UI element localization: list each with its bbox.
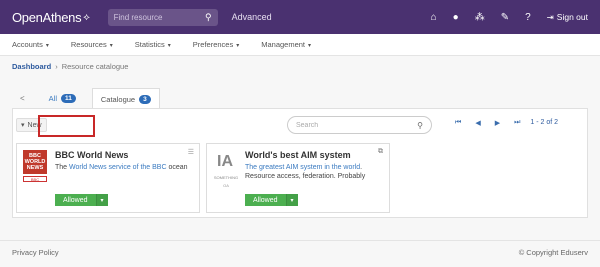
pager-count: 1 - 2 of 2 bbox=[530, 119, 559, 126]
breadcrumb-current: Resource catalogue bbox=[61, 61, 129, 71]
chevron-down-icon[interactable]: ▾ bbox=[95, 194, 108, 206]
count-badge: 3 bbox=[139, 94, 151, 104]
user-icon[interactable]: ● bbox=[453, 12, 459, 23]
highlight-box bbox=[38, 115, 95, 137]
access-button[interactable]: Allowed bbox=[245, 194, 286, 206]
last-page-icon[interactable]: ⏭ bbox=[514, 119, 520, 127]
menu-accounts[interactable]: Accounts ▾ bbox=[12, 40, 49, 49]
help-icon[interactable]: ? bbox=[525, 12, 531, 23]
menu-management[interactable]: Management ▾ bbox=[261, 40, 311, 49]
copyright: © Copyright Eduserv bbox=[518, 248, 588, 257]
desc-link[interactable]: The greatest AIM system in the world bbox=[245, 164, 360, 171]
first-page-icon[interactable]: ⏮ bbox=[455, 119, 461, 127]
card-title[interactable]: BBC World News bbox=[55, 150, 193, 160]
external-link-icon[interactable]: ⧉ bbox=[378, 148, 383, 156]
aim-logo: IA bbox=[217, 153, 233, 170]
catalogue-search[interactable]: ⚲ bbox=[287, 116, 432, 134]
tab-label: Catalogue bbox=[100, 94, 136, 104]
menu-label: Accounts bbox=[12, 40, 43, 49]
resource-thumbnail: IA SOMETHING OA bbox=[213, 150, 239, 206]
advanced-search-link[interactable]: Advanced bbox=[232, 12, 272, 22]
tab-label: All bbox=[48, 94, 58, 103]
card-description: The World News service of the BBC ocean bbox=[55, 163, 193, 172]
catalogue-panel: ▾ New ⚲ ⏮ ◀ ▶ ⏭ 1 - 2 of 2 BBC WORLD NEW… bbox=[12, 108, 588, 218]
footer: Privacy Policy © Copyright Eduserv bbox=[12, 248, 588, 257]
breadcrumb-separator: › bbox=[55, 61, 58, 71]
access-action: Allowed ▾ bbox=[55, 194, 108, 206]
next-page-icon[interactable]: ▶ bbox=[495, 119, 500, 127]
menu-label: Management bbox=[261, 40, 306, 49]
resource-thumbnail: BBC WORLD NEWS BBC bbox=[23, 150, 49, 206]
users-icon[interactable]: ⁂ bbox=[475, 12, 485, 23]
access-button[interactable]: Allowed bbox=[55, 194, 96, 206]
tab-all[interactable]: All 11 bbox=[41, 88, 84, 109]
privacy-link[interactable]: Privacy Policy bbox=[12, 248, 59, 257]
chevron-down-icon: ▾ bbox=[109, 43, 113, 49]
resource-card[interactable]: IA SOMETHING OA World's best AIM system … bbox=[206, 143, 390, 213]
aim-logo-caption: SOMETHING bbox=[213, 175, 239, 180]
card-title[interactable]: World's best AIM system bbox=[245, 150, 383, 160]
filter-icon: ▾ bbox=[21, 122, 25, 129]
desc-link[interactable]: World News service of the BBC bbox=[69, 164, 167, 171]
menu-statistics[interactable]: Statistics ▾ bbox=[135, 40, 171, 49]
logo-text: OpenAthens bbox=[12, 9, 82, 25]
main-menu: Accounts ▾ Resources ▾ Statistics ▾ Prefere… bbox=[0, 34, 600, 56]
search-icon[interactable]: ⚲ bbox=[417, 121, 423, 130]
footer-divider bbox=[0, 240, 600, 241]
logo-mark-icon: ⟡ bbox=[83, 11, 90, 23]
pager: ⏮ ◀ ▶ ⏭ 1 - 2 of 2 bbox=[455, 119, 558, 127]
resource-search-input[interactable] bbox=[113, 12, 194, 22]
count-badge: 11 bbox=[61, 94, 76, 103]
menu-label: Preferences bbox=[192, 40, 234, 49]
chevron-down-icon: ▾ bbox=[236, 43, 240, 49]
signout-label: Sign out bbox=[556, 12, 588, 22]
tab-catalogue[interactable]: Catalogue 3 bbox=[91, 88, 160, 109]
signout-icon: ⇥ bbox=[546, 11, 554, 22]
resource-search[interactable]: ⚲ bbox=[107, 8, 218, 26]
aim-logo-caption: OA bbox=[223, 183, 229, 188]
menu-label: Resources bbox=[70, 40, 107, 49]
chevron-down-icon: ▾ bbox=[308, 43, 312, 49]
breadcrumb-home[interactable]: Dashboard bbox=[12, 62, 51, 71]
home-icon[interactable]: ⌂ bbox=[431, 12, 437, 23]
signout-button[interactable]: ⇥ Sign out bbox=[547, 12, 588, 23]
menu-label: Statistics bbox=[134, 40, 165, 49]
catalogue-tabs: < All 11 Catalogue 3 bbox=[12, 86, 160, 109]
resource-card[interactable]: BBC WORLD NEWS BBC BBC World News The Wo… bbox=[16, 143, 200, 213]
toolbar: ▾ New ⚲ ⏮ ◀ ▶ ⏭ 1 - 2 of 2 bbox=[13, 115, 587, 137]
chevron-down-icon[interactable]: ▾ bbox=[285, 194, 298, 206]
chevron-down-icon: ▾ bbox=[45, 43, 49, 49]
chat-icon[interactable]: ✎ bbox=[501, 12, 509, 23]
menu-resources[interactable]: Resources ▾ bbox=[71, 40, 113, 49]
desc-text: The bbox=[55, 164, 70, 171]
catalogue-search-input[interactable] bbox=[296, 121, 406, 129]
access-action: Allowed ▾ bbox=[245, 194, 298, 206]
card-menu-icon[interactable]: ☰ bbox=[188, 148, 194, 156]
prev-page-icon[interactable]: ◀ bbox=[475, 119, 480, 127]
back-tab[interactable]: < bbox=[12, 88, 33, 109]
search-icon[interactable]: ⚲ bbox=[205, 12, 212, 23]
top-bar: OpenAthens ⟡ ⚲ Advanced ⌂ ● ⁂ ✎ ? ⇥ Sign… bbox=[0, 0, 600, 34]
chevron-down-icon: ▾ bbox=[167, 43, 171, 49]
desc-text: ocean bbox=[166, 164, 188, 171]
logo[interactable]: OpenAthens ⟡ bbox=[12, 10, 90, 25]
bbc-logo: BBC WORLD NEWS bbox=[23, 150, 47, 174]
bbc-strip: BBC bbox=[23, 176, 47, 182]
resource-cards: BBC WORLD NEWS BBC BBC World News The Wo… bbox=[16, 143, 390, 213]
menu-preferences[interactable]: Preferences ▾ bbox=[193, 40, 239, 49]
breadcrumb: Dashboard › Resource catalogue bbox=[0, 56, 600, 76]
card-description: The greatest AIM system in the world. Re… bbox=[245, 163, 383, 182]
